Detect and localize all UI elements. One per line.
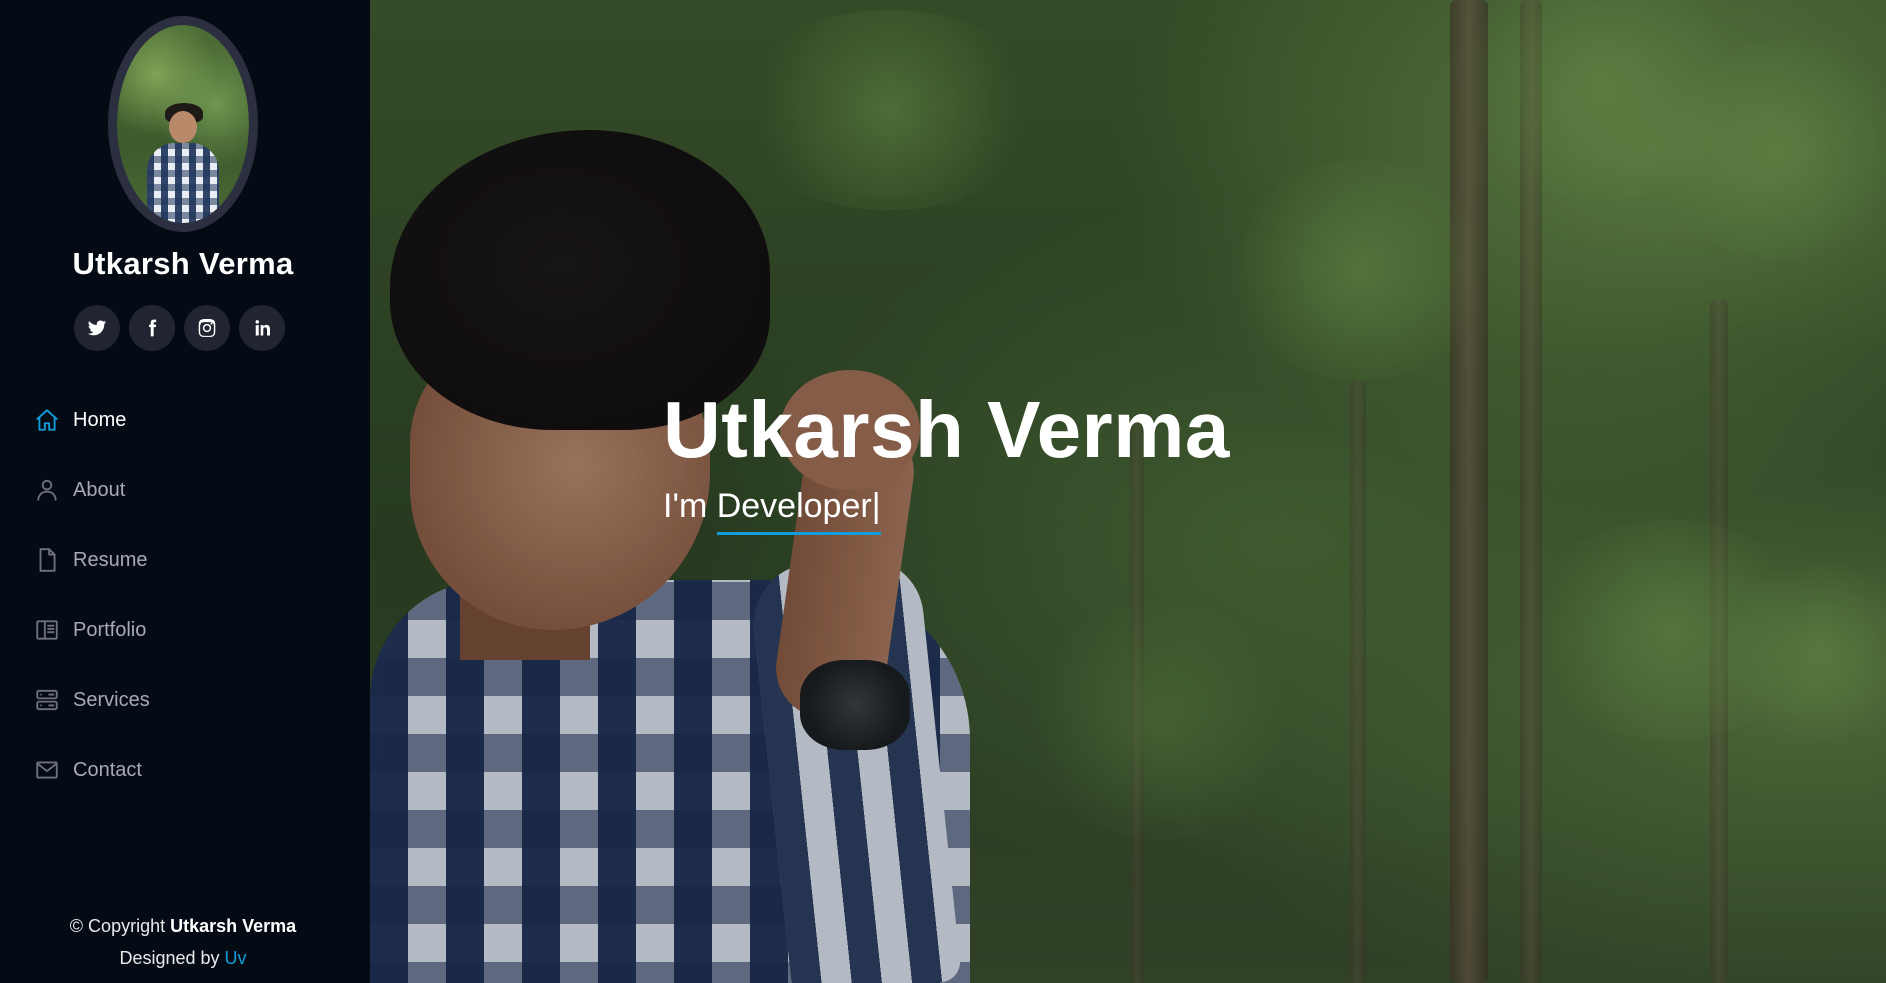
avatar[interactable] [108, 16, 258, 232]
nav-label: Portfolio [73, 618, 147, 641]
nav-label: Services [73, 688, 150, 711]
sidebar: Utkarsh Verma Home About Resume Portfoli… [0, 0, 370, 983]
nav-item-about[interactable]: About [0, 455, 370, 525]
nav-menu: Home About Resume Portfolio Services Con… [0, 385, 370, 805]
nav-item-contact[interactable]: Contact [0, 735, 370, 805]
typed-text: Developer| [716, 482, 881, 535]
linkedin-icon [255, 320, 270, 336]
hero-section: Utkarsh Verma I'm Developer| [370, 0, 1886, 983]
nav-label: Resume [73, 548, 148, 571]
nav-item-home[interactable]: Home [0, 385, 370, 455]
hero-text: Utkarsh Verma I'm Developer| [663, 378, 1230, 535]
credits: Designed by Uv [119, 948, 247, 968]
file-icon [33, 546, 61, 574]
instagram-icon [198, 319, 216, 337]
book-icon [33, 616, 61, 644]
home-icon [33, 406, 61, 434]
twitter-link[interactable] [74, 305, 120, 351]
copyright-name: Utkarsh Verma [170, 916, 297, 936]
nav-label: About [73, 478, 126, 501]
hero-subtitle: I'm Developer| [663, 482, 1230, 535]
nav-item-services[interactable]: Services [0, 665, 370, 735]
person-icon [33, 476, 61, 504]
typing-cursor: | [871, 487, 881, 525]
hero-title: Utkarsh Verma [663, 385, 1230, 474]
instagram-link[interactable] [184, 305, 230, 351]
nav-label: Home [73, 408, 127, 431]
linkedin-link[interactable] [239, 305, 285, 351]
twitter-icon [87, 320, 107, 336]
profile-name[interactable]: Utkarsh Verma [0, 246, 366, 282]
profile-photo [117, 25, 249, 223]
server-icon [33, 686, 61, 714]
envelope-icon [33, 756, 61, 784]
copyright: © Copyright Utkarsh Verma [69, 916, 297, 936]
nav-item-resume[interactable]: Resume [0, 525, 370, 595]
facebook-icon [149, 319, 157, 337]
facebook-link[interactable] [129, 305, 175, 351]
footer: © Copyright Utkarsh Verma Designed by Uv [0, 910, 366, 974]
nav-label: Contact [73, 758, 142, 781]
nav-item-portfolio[interactable]: Portfolio [0, 595, 370, 665]
social-links [74, 305, 285, 351]
designer-link[interactable]: Uv [225, 948, 247, 968]
